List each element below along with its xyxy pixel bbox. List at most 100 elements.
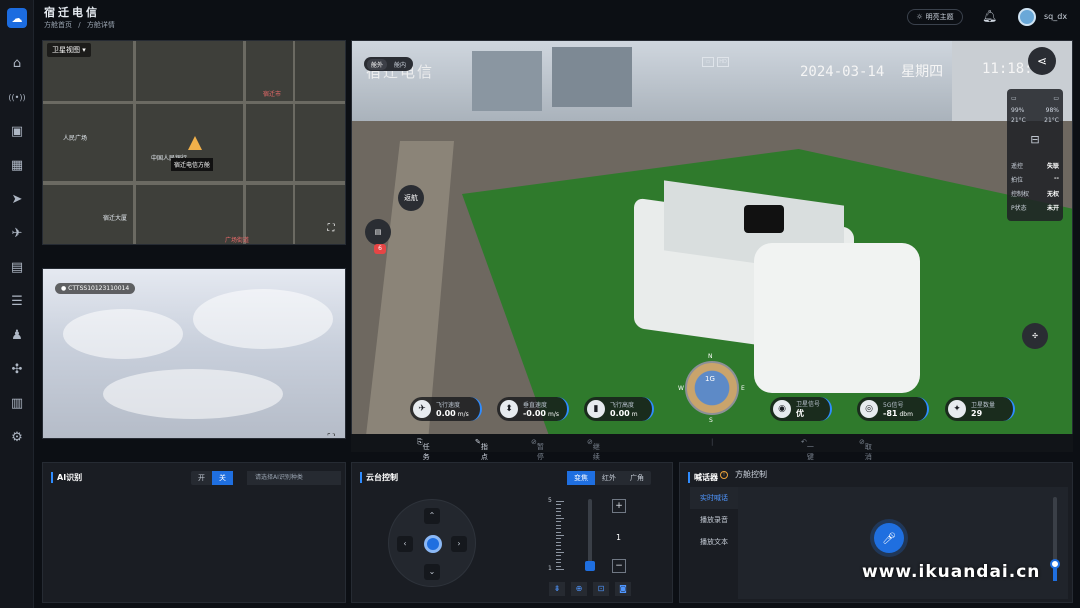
ai-type-select[interactable]: 请选择AI识别种类 bbox=[247, 471, 341, 485]
zoom-scale-tick bbox=[556, 528, 561, 530]
avatar[interactable] bbox=[1018, 8, 1036, 26]
telemetry-icon: ✦ bbox=[948, 400, 966, 418]
camera-capture-icon[interactable]: ◙ bbox=[615, 582, 631, 596]
record-icon: ▤ bbox=[374, 228, 382, 236]
breadcrumb-home[interactable]: 方舱首页 bbox=[44, 21, 72, 29]
settings-icon[interactable]: ⚙ bbox=[8, 428, 26, 446]
fullscreen-icon[interactable]: ⛶ bbox=[325, 433, 337, 438]
telemetry-text: 5G信号 -81 dbm bbox=[883, 400, 913, 418]
gimbal-right-button[interactable]: › bbox=[451, 536, 467, 552]
speaker-panel-title: 喊话器 bbox=[688, 472, 718, 483]
battery-icons: ▭ ▭ bbox=[1011, 95, 1059, 102]
status-row: 拍位 -- bbox=[1011, 175, 1059, 184]
gimbal-down-tool-icon[interactable]: ⇟ bbox=[549, 582, 565, 596]
zoom-slider-handle[interactable] bbox=[585, 560, 595, 571]
compass-south: S bbox=[709, 417, 713, 424]
camera-mode-switch[interactable]: 变焦 红外 广角 bbox=[567, 471, 651, 485]
map-road bbox=[43, 181, 345, 185]
pause-task-button[interactable]: ⊘ 暂停任务 bbox=[531, 438, 544, 481]
telemetry-value: -0.00 m/s bbox=[522, 409, 559, 418]
toggle-inside[interactable]: 舱内 bbox=[390, 59, 410, 70]
sun-icon: ☼ bbox=[916, 13, 923, 21]
ai-switch[interactable]: 开 关 bbox=[191, 471, 233, 485]
zoom-in-button[interactable]: + bbox=[612, 499, 626, 513]
send-icon[interactable]: ➤ bbox=[8, 190, 26, 208]
gimbal-joystick[interactable]: ⌃ ⌄ ‹ › bbox=[388, 499, 476, 587]
battery-icon: ▭ bbox=[1053, 95, 1059, 102]
drone bbox=[744, 205, 784, 233]
telemetry-text: 垂直速度 -0.00 m/s bbox=[523, 400, 559, 418]
hd-icon[interactable]: HD bbox=[717, 57, 729, 67]
sidebar: ☁ ⌂ ((•)) ▣ ▦ ➤ ✈ ▤ ☰ ♟ ✣ ▥ ⚙ bbox=[0, 0, 34, 608]
user-icon[interactable]: ♟ bbox=[8, 326, 26, 344]
record-button[interactable]: ▤ bbox=[365, 219, 391, 245]
ai-on-option[interactable]: 开 bbox=[191, 471, 212, 485]
drone-icon[interactable]: ✣ bbox=[8, 360, 26, 378]
schedule-icon[interactable]: ☰ bbox=[8, 292, 26, 310]
satellite-map[interactable]: 卫星视图 ▾ 人民广场 宿迁市 中国人民银行 宿迁大厦 广场街道 宿迁电信方舱 … bbox=[42, 40, 346, 245]
zoom-out-button[interactable]: − bbox=[612, 559, 626, 573]
plane-icon[interactable]: ✈ bbox=[8, 224, 26, 242]
theme-toggle-button[interactable]: ☼ 明亮主题 bbox=[907, 9, 963, 25]
home-icon[interactable]: ⌂ bbox=[8, 54, 26, 72]
briefcase-icon[interactable]: ▤ bbox=[8, 258, 26, 276]
resume-task-button[interactable]: ⊘ 继续任务 bbox=[587, 438, 600, 481]
point-flight-button[interactable]: ✎ 指点飞行 bbox=[475, 438, 488, 481]
map-label: 广场街道 bbox=[225, 237, 250, 244]
gimbal-control-panel: 云台控制 变焦 红外 广角 ⌃ ⌄ ‹ › 5 1 + 1 − ⇟ ⊕ ⊡ ◙ bbox=[351, 462, 673, 603]
film-icon[interactable]: ▥ bbox=[8, 394, 26, 412]
cloud bbox=[63, 309, 183, 359]
fullscreen-icon[interactable]: ⛶ bbox=[325, 223, 337, 235]
camera-mode-option[interactable]: 变焦 bbox=[567, 471, 595, 485]
map-view-selector[interactable]: 卫星视图 ▾ bbox=[47, 43, 91, 57]
gimbal-up-button[interactable]: ⌃ bbox=[424, 508, 440, 524]
image-icon[interactable]: ▣ bbox=[8, 122, 26, 140]
remote-controller-icon: ⊟ bbox=[1030, 133, 1040, 146]
volume-slider-handle[interactable] bbox=[1050, 559, 1060, 570]
telemetry-icon: ◉ bbox=[773, 400, 791, 418]
ai-off-option[interactable]: 关 bbox=[212, 471, 233, 485]
gimbal-down-button[interactable]: ⌄ bbox=[424, 564, 440, 580]
zoom-scale-tick bbox=[556, 558, 561, 560]
grid-icon[interactable]: ▦ bbox=[8, 156, 26, 174]
zoom-slider[interactable] bbox=[585, 499, 595, 571]
drone-control-button[interactable]: ✣ bbox=[1022, 323, 1048, 349]
gimbal-center-button[interactable] bbox=[424, 535, 442, 553]
zoom-scale-tick bbox=[556, 524, 561, 526]
zoom-scale-tick bbox=[556, 548, 561, 550]
zoom-scale-tick bbox=[556, 569, 564, 570]
camera-mode-option[interactable]: 红外 bbox=[595, 471, 623, 485]
camera-mode-option[interactable]: 广角 bbox=[623, 471, 651, 485]
compass-readout: 1G bbox=[705, 375, 715, 383]
zoom-scale-tick bbox=[556, 545, 561, 547]
bell-icon[interactable]: 🔔︎ bbox=[982, 9, 997, 25]
speaker-tab[interactable]: 播放录音 bbox=[690, 509, 738, 531]
gimbal-focus-icon[interactable]: ⊡ bbox=[593, 582, 609, 596]
toggle-outside[interactable]: 舱外 bbox=[367, 58, 388, 70]
gimbal-reset-icon[interactable]: ⊕ bbox=[571, 582, 587, 596]
status-row: 控制权 无权 bbox=[1011, 191, 1059, 198]
location-marker-icon[interactable] bbox=[188, 136, 202, 150]
microphone-icon: 🎤︎ bbox=[882, 531, 896, 545]
status-row: P状态 未开 bbox=[1011, 205, 1059, 212]
zoom-scale-tick bbox=[556, 518, 564, 519]
theme-label: 明亮主题 bbox=[925, 13, 954, 21]
speaker-subtitle[interactable]: 方舱控制 bbox=[735, 469, 767, 480]
return-button[interactable]: 返航 bbox=[398, 185, 424, 211]
return-home-button[interactable]: ↶ 一键返航 bbox=[801, 438, 814, 481]
microphone-button[interactable]: 🎤︎ bbox=[874, 523, 904, 553]
speaker-tab[interactable]: 播放文本 bbox=[690, 531, 738, 553]
volume-slider[interactable] bbox=[1050, 497, 1060, 581]
telemetry-item: ⬍ 垂直速度 -0.00 m/s bbox=[497, 397, 569, 421]
telemetry-value: 0.00 m/s bbox=[436, 409, 469, 418]
camera-source-toggle[interactable]: 舱外 舱内 bbox=[364, 57, 414, 71]
screen-icon[interactable]: ▭ bbox=[702, 57, 714, 67]
gimbal-left-button[interactable]: ‹ bbox=[397, 536, 413, 552]
zoom-scale-tick bbox=[556, 541, 561, 543]
task-flight-button[interactable]: ⎘ 任务飞行 bbox=[417, 438, 430, 481]
share-button[interactable]: ⋖ bbox=[1028, 47, 1056, 75]
camera-icons: ▭ HD bbox=[702, 57, 729, 67]
signal-icon[interactable]: ((•)) bbox=[8, 88, 26, 106]
cancel-return-button[interactable]: ⊘ 取消返航 bbox=[859, 438, 872, 481]
speaker-tab[interactable]: 实时喊话 bbox=[690, 487, 738, 509]
